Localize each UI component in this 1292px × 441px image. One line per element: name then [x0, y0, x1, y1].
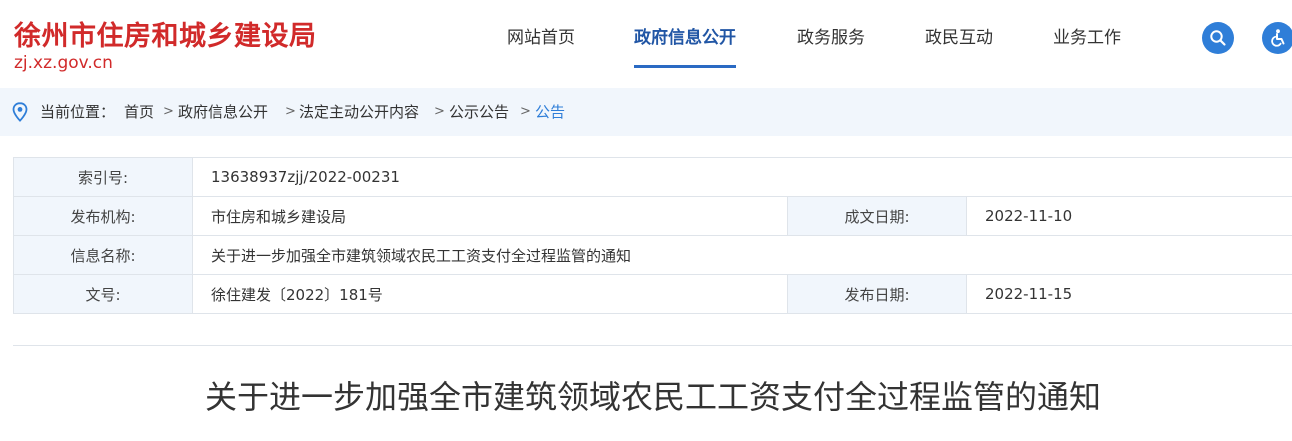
breadcrumb-current[interactable]: 公告: [535, 88, 565, 136]
main-nav: 网站首页 政府信息公开 政务服务 政民互动 业务工作: [478, 0, 1121, 86]
location-pin-icon: [12, 102, 28, 122]
breadcrumb-separator: >: [520, 104, 531, 119]
nav-business[interactable]: 业务工作: [1053, 0, 1121, 86]
site-title[interactable]: 徐州市住房和城乡建设局: [14, 14, 317, 53]
info-table: 索引号: 13638937zjj/2022-00231 发布机构: 市住房和城乡…: [13, 157, 1292, 314]
breadcrumb: 当前位置： 首页 > 政府信息公开 > 法定主动公开内容 > 公示公告 > 公告: [0, 88, 1292, 136]
created-date-value: 2022-11-10: [965, 196, 1292, 236]
accessibility-icon: [1271, 29, 1285, 47]
document-title: 关于进一步加强全市建筑领域农民工工资支付全过程监管的通知: [204, 378, 1101, 416]
table-row: 发布机构: 市住房和城乡建设局 成文日期: 2022-11-10: [13, 196, 1292, 236]
publish-date-label: 发布日期:: [787, 274, 967, 314]
doc-number-label: 文号:: [13, 274, 193, 314]
breadcrumb-notices[interactable]: 公示公告: [449, 88, 509, 136]
site-domain[interactable]: zj.xz.gov.cn: [14, 53, 113, 73]
created-date-label: 成文日期:: [787, 196, 967, 236]
table-row: 信息名称: 关于进一步加强全市建筑领域农民工工资支付全过程监管的通知: [13, 235, 1292, 275]
nav-gov-info[interactable]: 政府信息公开: [634, 0, 736, 86]
breadcrumb-home[interactable]: 首页: [124, 88, 154, 136]
table-row: 索引号: 13638937zjj/2022-00231: [13, 157, 1292, 197]
index-value: 13638937zjj/2022-00231: [191, 157, 1292, 197]
publisher-label: 发布机构:: [13, 196, 193, 236]
breadcrumb-gov-info[interactable]: 政府信息公开: [178, 88, 268, 136]
nav-services[interactable]: 政务服务: [797, 0, 865, 86]
breadcrumb-separator: >: [285, 104, 296, 119]
divider: [13, 345, 1292, 346]
search-button[interactable]: [1202, 22, 1234, 54]
breadcrumb-separator: >: [163, 104, 174, 119]
info-name-label: 信息名称:: [13, 235, 193, 275]
info-name-value: 关于进一步加强全市建筑领域农民工工资支付全过程监管的通知: [191, 235, 1292, 275]
breadcrumb-label: 当前位置：: [40, 103, 116, 121]
breadcrumb-separator: >: [434, 104, 445, 119]
publish-date-value: 2022-11-15: [965, 274, 1292, 314]
nav-home[interactable]: 网站首页: [507, 0, 575, 86]
index-label: 索引号:: [13, 157, 193, 197]
table-row: 文号: 徐住建发〔2022〕181号 发布日期: 2022-11-15: [13, 274, 1292, 314]
doc-number-value: 徐住建发〔2022〕181号: [192, 274, 788, 314]
site-header: 徐州市住房和城乡建设局 zj.xz.gov.cn 网站首页 政府信息公开 政务服…: [0, 0, 1292, 86]
accessibility-button[interactable]: [1262, 22, 1292, 54]
breadcrumb-statutory[interactable]: 法定主动公开内容: [299, 88, 419, 136]
publisher-value: 市住房和城乡建设局: [192, 196, 788, 236]
search-icon: [1210, 30, 1226, 46]
nav-interaction[interactable]: 政民互动: [925, 0, 993, 86]
